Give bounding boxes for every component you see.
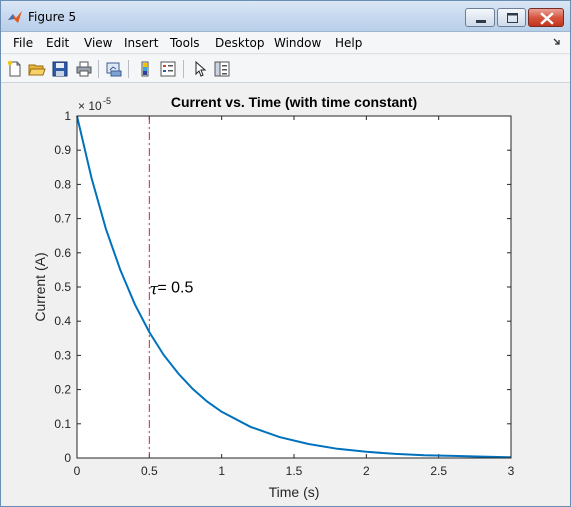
tau-annotation: = 0.5 — [157, 279, 193, 296]
figure-canvas: 0 0.5 1 1.5 2 2.5 3 0 0.1 0.2 0.3 0.4 0.5 0.6 0.7 0.8 0.… — [2, 84, 570, 506]
toolbar-separator — [98, 60, 99, 78]
minimize-button[interactable] — [465, 8, 495, 27]
legend-icon[interactable] — [159, 60, 177, 78]
y-tick-label: 0.1 — [54, 417, 71, 431]
menu-desktop[interactable]: Desktop — [215, 36, 265, 50]
chart-title: Current vs. Time (with time constant) — [171, 94, 417, 110]
menu-help[interactable]: Help — [335, 36, 362, 50]
menu-file[interactable]: File — [13, 36, 33, 50]
y-tick-label: 0 — [64, 451, 71, 465]
toolbar-separator — [183, 60, 184, 78]
x-tick-label: 2.5 — [430, 464, 447, 478]
new-figure-icon[interactable] — [6, 60, 24, 78]
y-tick-label: 0.2 — [54, 383, 71, 397]
current-vs-time-chart: 0 0.5 1 1.5 2 2.5 3 0 0.1 0.2 0.3 0.4 0.5 0.6 0.7 0.8 0.… — [32, 94, 515, 500]
menu-edit[interactable]: Edit — [46, 36, 69, 50]
dock-arrow-icon[interactable] — [552, 37, 562, 47]
toolbar-separator — [128, 60, 129, 78]
minimize-icon — [476, 20, 486, 23]
x-tick-label: 2 — [363, 464, 370, 478]
print-icon[interactable] — [75, 60, 93, 78]
x-tick-label: 0 — [74, 464, 81, 478]
x-axis-label: Time (s) — [269, 484, 320, 500]
close-button[interactable] — [528, 8, 564, 27]
menu-bar: File Edit View Insert Tools Desktop Wind… — [1, 32, 570, 54]
figure-toolbar — [1, 55, 570, 83]
y-axis-label: Current (A) — [32, 252, 48, 321]
y-exponent-power: -5 — [103, 96, 111, 106]
x-tick-label: 0.5 — [141, 464, 158, 478]
edit-plot-arrow-icon[interactable] — [191, 60, 209, 78]
menu-tools[interactable]: Tools — [170, 36, 200, 50]
y-tick-label: 0.6 — [54, 246, 71, 260]
colorbar-icon[interactable] — [136, 60, 154, 78]
axes-background — [77, 116, 511, 458]
y-tick-label: 1 — [64, 109, 71, 123]
x-tick-label: 1.5 — [286, 464, 303, 478]
x-tick-label: 3 — [508, 464, 515, 478]
open-file-icon[interactable] — [28, 60, 46, 78]
x-tick-label: 1 — [218, 464, 225, 478]
close-icon — [540, 12, 554, 25]
y-tick-label: 0.3 — [54, 348, 71, 362]
maximize-icon — [507, 13, 518, 23]
menu-insert[interactable]: Insert — [124, 36, 158, 50]
save-icon[interactable] — [51, 60, 69, 78]
y-tick-label: 0.7 — [54, 212, 71, 226]
figure-window: Figure 5 File Edit View Insert Tools Des… — [0, 0, 571, 507]
title-bar[interactable]: Figure 5 — [1, 1, 570, 32]
y-exponent-base: × 10 — [78, 99, 102, 113]
y-tick-label: 0.9 — [54, 143, 71, 157]
maximize-button[interactable] — [497, 8, 526, 27]
window-title: Figure 5 — [28, 10, 77, 24]
menu-window[interactable]: Window — [274, 36, 321, 50]
link-plot-icon[interactable] — [105, 60, 123, 78]
y-tick-label: 0.8 — [54, 177, 71, 191]
property-inspector-icon[interactable] — [213, 60, 231, 78]
y-tick-label: 0.4 — [54, 314, 71, 328]
menu-view[interactable]: View — [84, 36, 112, 50]
matlab-logo-icon — [8, 11, 22, 23]
y-tick-label: 0.5 — [54, 280, 71, 294]
